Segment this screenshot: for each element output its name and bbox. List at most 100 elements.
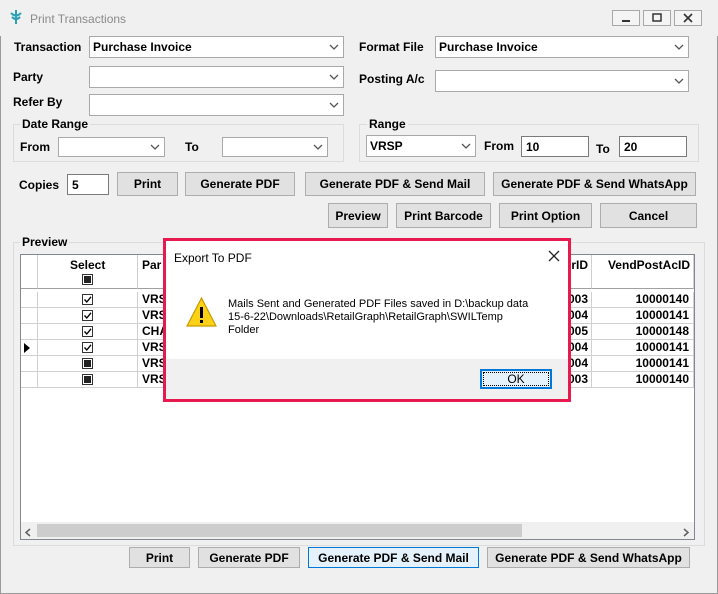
close-button[interactable] [674, 10, 702, 26]
row-header[interactable] [21, 308, 38, 324]
dialog-message-line2: 15-6-22\Downloads\RetailGraph\RetailGrap… [228, 311, 503, 323]
generate-pdf-send-mail-button[interactable]: Generate PDF & Send Mail [305, 172, 485, 196]
range-label: Range [367, 117, 408, 131]
print-barcode-button-label: Print Barcode [404, 208, 483, 223]
warning-icon [186, 296, 217, 327]
range-type-value: VRSP [370, 139, 403, 153]
scroll-left-icon[interactable] [24, 526, 32, 540]
format-file-label: Format File [359, 40, 424, 54]
checkmark-icon [84, 328, 92, 335]
column-header-select[interactable]: Select [38, 255, 138, 289]
bottom-print-button[interactable]: Print [129, 547, 190, 568]
row-select-checkbox[interactable] [82, 358, 93, 369]
scroll-thumb[interactable] [37, 524, 522, 537]
dialog-title: Export To PDF [174, 251, 252, 265]
row-select-checkbox[interactable] [82, 310, 93, 321]
select-cell[interactable] [38, 340, 138, 356]
dialog-close-button[interactable] [548, 250, 560, 265]
select-cell[interactable] [38, 308, 138, 324]
vendpostacid-cell[interactable]: 10000141 [592, 308, 694, 324]
cancel-button-label: Cancel [628, 208, 669, 223]
close-icon [683, 13, 693, 23]
refer-by-select[interactable] [89, 94, 344, 116]
preview-button-label: Preview [335, 208, 381, 223]
select-cell[interactable] [38, 292, 138, 308]
refer-by-label: Refer By [13, 95, 63, 109]
party-header-label: Par [142, 258, 162, 272]
vendpostacid-cell-value: 10000141 [635, 356, 689, 370]
range-from-input[interactable]: 10 [521, 136, 589, 157]
print-option-button[interactable]: Print Option [499, 203, 592, 228]
select-header-label: Select [70, 258, 106, 272]
bottom-generate-pdf-label: Generate PDF [209, 550, 289, 565]
row-header[interactable] [21, 372, 38, 388]
preview-label: Preview [20, 235, 70, 249]
date-from-label: From [20, 140, 50, 154]
scroll-right-icon[interactable] [682, 526, 690, 540]
chevron-down-icon [670, 71, 688, 91]
bottom-generate-pdf-button[interactable]: Generate PDF [198, 547, 300, 568]
bottom-generate-pdf-send-mail-label: Generate PDF & Send Mail [318, 550, 469, 565]
generate-pdf-button-label: Generate PDF [200, 177, 280, 191]
date-from-picker[interactable] [58, 137, 165, 157]
select-cell[interactable] [38, 356, 138, 372]
row-header[interactable] [21, 324, 38, 340]
checkmark-icon [84, 296, 92, 303]
range-to-input[interactable]: 20 [619, 136, 687, 157]
row-select-checkbox[interactable] [82, 294, 93, 305]
horizontal-scrollbar[interactable] [21, 522, 694, 539]
bottom-generate-pdf-send-whatsapp-button[interactable]: Generate PDF & Send WhatsApp [487, 547, 690, 568]
column-header-vendpostacid[interactable]: VendPostAcID [592, 255, 694, 289]
generate-pdf-send-whatsapp-button[interactable]: Generate PDF & Send WhatsApp [493, 172, 696, 196]
row-select-checkbox[interactable] [82, 326, 93, 337]
print-barcode-button[interactable]: Print Barcode [396, 203, 491, 228]
print-button[interactable]: Print [117, 172, 178, 196]
close-icon [548, 250, 560, 262]
row-header[interactable] [21, 356, 38, 372]
format-file-select[interactable]: Purchase Invoice [435, 36, 689, 58]
generate-pdf-button[interactable]: Generate PDF [185, 172, 295, 196]
transaction-select[interactable]: Purchase Invoice [89, 36, 344, 58]
format-file-value: Purchase Invoice [439, 40, 538, 54]
vendpostacid-cell-value: 10000148 [635, 324, 689, 338]
range-to-label: To [596, 142, 610, 156]
vendpostacid-cell[interactable]: 10000140 [592, 372, 694, 388]
posting-select[interactable] [435, 70, 689, 92]
row-select-checkbox[interactable] [82, 342, 93, 353]
print-button-label: Print [133, 177, 162, 191]
current-row-arrow-icon [24, 343, 30, 353]
range-type-select[interactable]: VRSP [366, 135, 476, 157]
select-cell[interactable] [38, 372, 138, 388]
vendpostacid-cell[interactable]: 10000140 [592, 292, 694, 308]
vendpostacid-cell[interactable]: 10000148 [592, 324, 694, 340]
bottom-generate-pdf-send-mail-button[interactable]: Generate PDF & Send Mail [308, 547, 479, 568]
vendpostacid-cell-value: 10000141 [635, 340, 689, 354]
vendpostacid-cell[interactable]: 10000141 [592, 356, 694, 372]
date-range-label: Date Range [20, 117, 91, 131]
row-select-checkbox[interactable] [82, 374, 93, 385]
dialog-ok-button[interactable]: OK [480, 369, 552, 389]
chevron-down-icon [146, 138, 164, 156]
minimize-button[interactable] [612, 10, 640, 26]
transaction-value: Purchase Invoice [93, 40, 192, 54]
select-all-checkbox[interactable] [82, 274, 93, 285]
select-cell[interactable] [38, 324, 138, 340]
app-icon [10, 10, 22, 24]
row-header[interactable] [21, 340, 38, 356]
vendpostacid-cell[interactable]: 10000141 [592, 340, 694, 356]
copies-input[interactable]: 5 [67, 174, 109, 195]
checkmark-icon [84, 344, 92, 351]
date-to-picker[interactable] [222, 137, 328, 157]
maximize-button[interactable] [643, 10, 671, 26]
chevron-down-icon [309, 138, 327, 156]
row-header[interactable] [21, 292, 38, 308]
range-from-value: 10 [526, 140, 540, 154]
checkmark-icon [84, 312, 92, 319]
dialog-message-line1: Mails Sent and Generated PDF Files saved… [228, 298, 529, 310]
preview-button[interactable]: Preview [328, 203, 388, 228]
bottom-print-label: Print [145, 550, 174, 565]
maximize-icon [652, 13, 662, 22]
copies-label: Copies [19, 178, 60, 192]
cancel-button[interactable]: Cancel [600, 203, 697, 228]
party-select[interactable] [89, 66, 344, 88]
